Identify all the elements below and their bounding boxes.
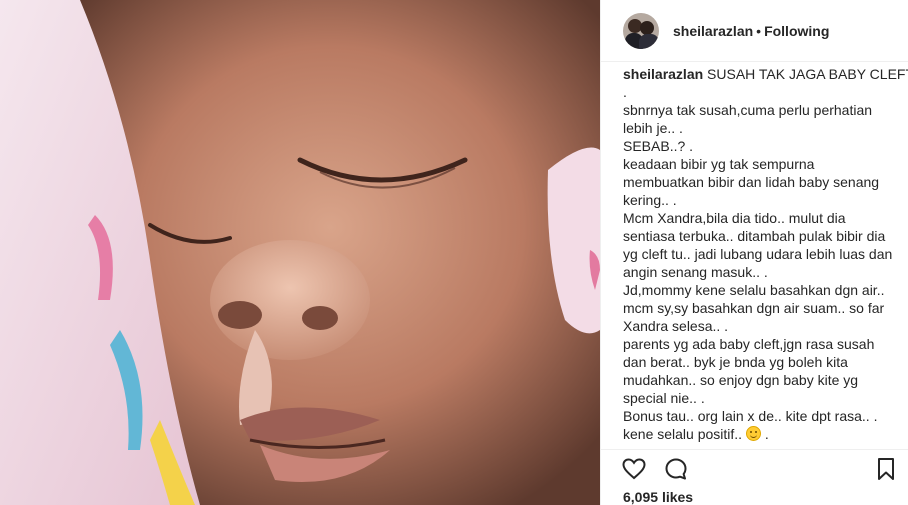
caption-title: SUSAH TAK JAGA BABY CLEFT? <box>707 66 908 82</box>
caption-line: sentiasa terbuka.. ditambah pulak bibir … <box>623 228 886 244</box>
bookmark-icon[interactable] <box>873 456 899 482</box>
caption: sheilarazlan SUSAH TAK JAGA BABY CLEFT? … <box>623 65 908 443</box>
caption-last-suffix: . <box>764 426 769 442</box>
header-separator: • <box>756 22 762 39</box>
caption-line: dan berat.. byk je bnda yg boleh kita <box>623 354 848 370</box>
caption-line: mudahkan.. so enjoy dgn baby kite yg <box>623 372 859 388</box>
caption-first-line: sheilarazlan SUSAH TAK JAGA BABY CLEFT? <box>623 65 908 83</box>
likes-label: likes <box>661 489 694 505</box>
caption-line: sbnrnya tak susah,cuma perlu perhatian <box>623 102 873 118</box>
avatar[interactable] <box>623 12 659 49</box>
caption-line: keadaan bibir yg tak sempurna <box>623 156 815 172</box>
caption-line: kering.. . <box>623 192 677 208</box>
action-bar <box>601 449 908 485</box>
smiling-face-icon <box>745 426 761 441</box>
likes-number: 6,095 <box>623 489 659 505</box>
instagram-post: sheilarazlan • Following sheilarazlan SUSA… <box>0 0 908 505</box>
heart-icon[interactable] <box>621 456 647 482</box>
caption-line: SEBAB..? . <box>623 138 694 154</box>
caption-line: parents yg ada baby cleft,jgn rasa susah <box>623 336 875 352</box>
baby-photo-illustration <box>0 0 600 505</box>
caption-line: membuatkan bibir dan lidah baby senang <box>623 174 880 190</box>
caption-line: Xandra selesa.. . <box>623 318 729 334</box>
caption-line: lebih je.. . <box>623 120 683 136</box>
post-photo[interactable] <box>0 0 600 505</box>
caption-last-line: kene selalu positif.. . <box>623 425 903 443</box>
post-sidebar: sheilarazlan • Following sheilarazlan SUSA… <box>600 0 908 505</box>
caption-body: . sbnrnya tak susah,cuma perlu perhatian l… <box>623 83 903 425</box>
caption-line: angin senang masuk.. . <box>623 264 768 280</box>
caption-username-link[interactable]: sheilarazlan <box>623 66 703 82</box>
caption-line: Bonus tau.. org lain x de.. kite dpt ras… <box>623 408 878 424</box>
following-button[interactable]: Following <box>764 23 829 39</box>
post-header: sheilarazlan • Following <box>601 0 908 62</box>
caption-line: Mcm Xandra,bila dia tido.. mulut dia <box>623 210 846 226</box>
header-text: sheilarazlan • Following <box>673 22 829 40</box>
caption-line: . <box>623 84 627 100</box>
caption-line: mcm sy,sy basahkan dgn air suam.. so far <box>623 300 885 316</box>
caption-line: Jd,mommy kene selalu basahkan dgn air.. <box>623 282 885 298</box>
caption-line: yg cleft tu.. jadi lubang udara lebih lu… <box>623 246 893 262</box>
caption-line: special nie.. . <box>623 390 705 406</box>
likes-count[interactable]: 6,095 likes <box>623 489 693 505</box>
caption-last-text: kene selalu positif.. <box>623 426 743 442</box>
header-username-link[interactable]: sheilarazlan <box>673 23 753 39</box>
comment-icon[interactable] <box>663 456 689 482</box>
